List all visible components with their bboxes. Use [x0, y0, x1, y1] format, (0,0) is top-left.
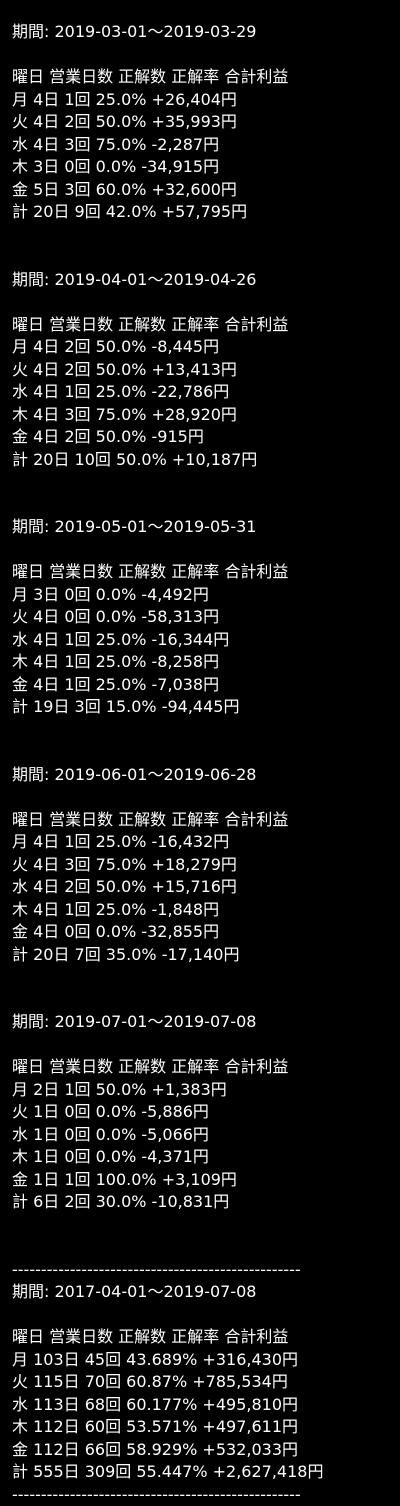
period-label: 期間: 2017-04-01〜2019-07-08: [12, 1281, 400, 1304]
table-row-total: 計 6日 2回 30.0% -10,831円: [12, 1191, 400, 1214]
table-row-fri: 金 4日 2回 50.0% -915円: [12, 426, 400, 449]
table-row-total: 計 555日 309回 55.447% +2,627,418円: [12, 1461, 400, 1484]
table-row-wed: 水 1日 0回 0.0% -5,066円: [12, 1124, 400, 1147]
table-row-tue: 火 4日 3回 75.0% +18,279円: [12, 854, 400, 877]
spacer: [12, 786, 400, 809]
table-row-mon: 月 4日 1回 25.0% +26,404円: [12, 89, 400, 112]
spacer: [12, 1214, 400, 1259]
summary-section: 期間: 2017-04-01〜2019-07-08 曜日 営業日数 正解数 正解…: [12, 1281, 400, 1484]
report-document: 期間: 2019-03-01〜2019-03-29 曜日 営業日数 正解数 正解…: [0, 0, 400, 1506]
table-row-wed: 水 4日 3回 75.0% -2,287円: [12, 134, 400, 157]
table-row-thu: 木 1日 0回 0.0% -4,371円: [12, 1146, 400, 1169]
period-section-2019-04: 期間: 2019-04-01〜2019-04-26 曜日 営業日数 正解数 正解…: [12, 269, 400, 472]
table-header: 曜日 営業日数 正解数 正解率 合計利益: [12, 66, 400, 89]
table-header: 曜日 営業日数 正解数 正解率 合計利益: [12, 314, 400, 337]
table-row-tue: 火 4日 0回 0.0% -58,313円: [12, 606, 400, 629]
table-row-fri: 金 4日 1回 25.0% -7,038円: [12, 674, 400, 697]
table-header: 曜日 営業日数 正解数 正解率 合計利益: [12, 809, 400, 832]
period-section-2019-07: 期間: 2019-07-01〜2019-07-08 曜日 営業日数 正解数 正解…: [12, 1011, 400, 1214]
table-row-wed: 水 4日 1回 25.0% -16,344円: [12, 629, 400, 652]
period-label: 期間: 2019-05-01〜2019-05-31: [12, 516, 400, 539]
divider-bottom: ----------------------------------------…: [12, 1484, 348, 1506]
table-row-thu: 木 4日 3回 75.0% +28,920円: [12, 404, 400, 427]
table-header: 曜日 営業日数 正解数 正解率 合計利益: [12, 1056, 400, 1079]
period-label: 期間: 2019-03-01〜2019-03-29: [12, 21, 400, 44]
table-row-mon: 月 3日 0回 0.0% -4,492円: [12, 584, 400, 607]
period-section-2019-06: 期間: 2019-06-01〜2019-06-28 曜日 営業日数 正解数 正解…: [12, 764, 400, 967]
table-row-mon: 月 2日 1回 50.0% +1,383円: [12, 1079, 400, 1102]
spacer: [12, 471, 400, 516]
spacer: [12, 291, 400, 314]
spacer: [12, 1304, 400, 1327]
table-row-fri: 金 5日 3回 60.0% +32,600円: [12, 179, 400, 202]
spacer: [12, 1034, 400, 1057]
period-label: 期間: 2019-06-01〜2019-06-28: [12, 764, 400, 787]
table-row-tue: 火 1日 0回 0.0% -5,886円: [12, 1101, 400, 1124]
table-row-mon: 月 103日 45回 43.689% +316,430円: [12, 1349, 400, 1372]
period-section-2019-03: 期間: 2019-03-01〜2019-03-29 曜日 営業日数 正解数 正解…: [12, 21, 400, 224]
table-row-mon: 月 4日 2回 50.0% -8,445円: [12, 336, 400, 359]
spacer: [12, 44, 400, 67]
table-row-total: 計 20日 9回 42.0% +57,795円: [12, 201, 400, 224]
spacer: [12, 966, 400, 1011]
table-row-tue: 火 4日 2回 50.0% +13,413円: [12, 359, 400, 382]
table-row-tue: 火 115日 70回 60.87% +785,534円: [12, 1371, 400, 1394]
table-row-mon: 月 4日 1回 25.0% -16,432円: [12, 831, 400, 854]
table-row-fri: 金 4日 0回 0.0% -32,855円: [12, 921, 400, 944]
table-header: 曜日 営業日数 正解数 正解率 合計利益: [12, 1326, 400, 1349]
table-row-wed: 水 113日 68回 60.177% +495,810円: [12, 1394, 400, 1417]
table-row-total: 計 20日 10回 50.0% +10,187円: [12, 449, 400, 472]
period-label: 期間: 2019-04-01〜2019-04-26: [12, 269, 400, 292]
spacer: [12, 224, 400, 269]
table-row-tue: 火 4日 2回 50.0% +35,993円: [12, 111, 400, 134]
table-row-thu: 木 112日 60回 53.571% +497,611円: [12, 1416, 400, 1439]
table-row-fri: 金 1日 1回 100.0% +3,109円: [12, 1169, 400, 1192]
table-row-total: 計 19日 3回 15.0% -94,445円: [12, 696, 400, 719]
table-row-thu: 木 3日 0回 0.0% -34,915円: [12, 156, 400, 179]
spacer: [12, 719, 400, 764]
table-row-wed: 水 4日 1回 25.0% -22,786円: [12, 381, 400, 404]
period-label: 期間: 2019-07-01〜2019-07-08: [12, 1011, 400, 1034]
table-row-fri: 金 112日 66回 58.929% +532,033円: [12, 1439, 400, 1462]
table-row-wed: 水 4日 2回 50.0% +15,716円: [12, 876, 400, 899]
divider-top: ----------------------------------------…: [12, 1259, 348, 1282]
table-row-thu: 木 4日 1回 25.0% -1,848円: [12, 899, 400, 922]
table-row-thu: 木 4日 1回 25.0% -8,258円: [12, 651, 400, 674]
spacer: [12, 539, 400, 562]
table-row-total: 計 20日 7回 35.0% -17,140円: [12, 944, 400, 967]
table-header: 曜日 営業日数 正解数 正解率 合計利益: [12, 561, 400, 584]
period-section-2019-05: 期間: 2019-05-01〜2019-05-31 曜日 営業日数 正解数 正解…: [12, 516, 400, 719]
